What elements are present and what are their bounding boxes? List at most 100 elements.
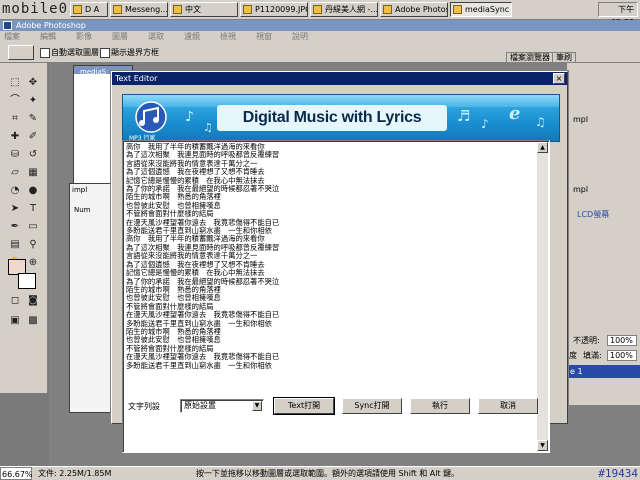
music-note-icon: ♫	[535, 115, 546, 129]
watermark: #19434	[598, 467, 638, 480]
document-size: 文件: 2.25M/1.85M	[38, 469, 112, 478]
banner: MP3 行家 ♪ ♫ Digital Music with Lyrics ♬ ♪…	[122, 94, 560, 142]
zoom-tool-icon[interactable]: ⊕	[24, 255, 42, 271]
move-tool-icon[interactable]: ✥	[24, 75, 42, 91]
document-title: mediaS	[80, 68, 107, 76]
sync-open-button[interactable]: Sync打開	[342, 398, 402, 414]
photoshop-menubar: 檔案 編輯 影像 圖層 選取 濾鏡 檢視 視窗 說明	[0, 31, 640, 42]
screen-mode-icon[interactable]: ▣	[6, 313, 24, 329]
eraser-tool-icon[interactable]: ▱	[6, 165, 24, 181]
type-tool-icon[interactable]: T	[24, 201, 42, 217]
num-column-header: Num	[74, 206, 91, 214]
layers-panel: mpl mpl LCD螢幕 不透明: 100% 填滿: 100% 度	[566, 63, 640, 405]
taskbar-item-mediasync[interactable]: mediaSync	[450, 2, 512, 17]
taskbar-item-chinese[interactable]: 中文	[170, 2, 238, 17]
banner-title: Digital Music with Lyrics	[217, 105, 447, 131]
full-screen-icon[interactable]: ▩	[24, 313, 42, 329]
status-hint: 按一下並拖移以移動圖層或選取範圍。額外的選項請使用 Shift 和 Alt 鍵。	[196, 469, 460, 478]
photoshop-icon	[3, 21, 12, 30]
taskbar-item-browser[interactable]: 丹緹美人網 -...	[310, 2, 378, 17]
messenger-icon	[113, 5, 122, 14]
auto-select-layer-checkbox[interactable]: 自動選取圖層	[40, 48, 99, 58]
dialog-controls: 文字列設 原始設置 ▼ Text打開 Sync打開 執行 取消	[122, 397, 560, 416]
music-note-icon: ♪	[185, 109, 194, 125]
dialog-title: Text Editor	[115, 74, 158, 83]
menu-help[interactable]: 說明	[292, 31, 308, 42]
history-brush-icon[interactable]: ↺	[24, 147, 42, 163]
background-color-swatch[interactable]	[18, 273, 36, 289]
taskbar-item-image[interactable]: P1120099.JPG...	[240, 2, 308, 17]
move-tool-preset-icon[interactable]	[8, 45, 34, 60]
tab-brushes[interactable]: 筆刷	[552, 52, 576, 63]
zoom-level[interactable]: 66.67%	[0, 467, 33, 480]
close-icon[interactable]: ×	[553, 73, 565, 84]
window-icon	[73, 5, 82, 14]
lasso-tool-icon[interactable]: ⌒	[6, 93, 24, 109]
image-icon	[243, 5, 252, 14]
slice-tool-icon[interactable]: ✎	[24, 111, 42, 127]
tab-file-browser[interactable]: 檔案瀏覽器	[506, 52, 554, 63]
panel-label-1: mpl	[573, 115, 589, 124]
execute-button[interactable]: 執行	[410, 398, 470, 414]
text-editor-dialog: Text Editor × MP3 行家 ♪ ♫ Digital Music w…	[111, 71, 568, 453]
status-bar: 66.67% 文件: 2.25M/1.85M 按一下並拖移以移動圖層或選取範圍。…	[0, 466, 640, 480]
blur-tool-icon[interactable]: ◔	[6, 183, 24, 199]
music-note-icon: ♪	[481, 117, 489, 131]
selected-layer-row[interactable]: e 1	[566, 365, 640, 378]
gradient-tool-icon[interactable]: ▦	[24, 165, 42, 181]
cancel-button[interactable]: 取消	[478, 398, 538, 414]
folder-icon	[173, 5, 182, 14]
menu-window[interactable]: 視窗	[256, 31, 272, 42]
toolbox: ⬚ ✥ ⌒ ✦ ⌗ ✎ ✚ ✐ ⛁ ↺ ▱ ▦ ◔ ● ➤ T ✒ ▭ ▤ ⚲ …	[0, 63, 48, 393]
scroll-down-icon[interactable]: ▼	[537, 440, 548, 451]
preset-select[interactable]: 原始設置 ▼	[180, 399, 264, 413]
menu-view[interactable]: 檢視	[220, 31, 236, 42]
crop-tool-icon[interactable]: ⌗	[6, 111, 24, 127]
taskbar-item-photoshop[interactable]: Adobe Photos...	[380, 2, 448, 17]
eyedropper-icon[interactable]: ⚲	[24, 237, 42, 253]
opacity-label: 不透明:	[573, 336, 600, 345]
mediasync-icon	[453, 5, 462, 14]
quick-mask-icon[interactable]: ◙	[24, 293, 42, 309]
menu-file[interactable]: 檔案	[4, 31, 20, 42]
browser-icon	[313, 5, 322, 14]
fill-field[interactable]: 100%	[607, 350, 637, 361]
notes-tool-icon[interactable]: ▤	[6, 237, 24, 253]
chevron-down-icon[interactable]: ▼	[252, 401, 262, 411]
opacity-field[interactable]: 100%	[607, 335, 637, 346]
magic-wand-icon[interactable]: ✦	[24, 93, 42, 109]
marquee-tool-icon[interactable]: ⬚	[6, 75, 24, 91]
taskbar-item-0[interactable]: D A	[70, 2, 108, 17]
standard-mode-icon[interactable]: ◻	[6, 293, 24, 309]
music-note-icon: ♬	[457, 107, 471, 125]
dodge-tool-icon[interactable]: ●	[24, 183, 42, 199]
photoshop-titlebar: Adobe Photoshop	[0, 20, 640, 31]
menu-image[interactable]: 影像	[76, 31, 92, 42]
pen-tool-icon[interactable]: ✒	[6, 219, 24, 235]
shape-tool-icon[interactable]: ▭	[24, 219, 42, 235]
scroll-up-icon[interactable]: ▲	[537, 142, 548, 153]
document-window-mid[interactable]: impl Num	[69, 183, 117, 413]
menu-edit[interactable]: 編輯	[40, 31, 56, 42]
panel-label-2: mpl	[573, 185, 589, 194]
healing-brush-icon[interactable]: ✚	[6, 129, 24, 145]
system-clock: 下午 02:38	[598, 2, 638, 27]
preset-value: 原始設置	[184, 401, 216, 410]
document-label: impl	[72, 186, 88, 194]
ie-logo-icon: e	[509, 103, 521, 124]
brush-tool-icon[interactable]: ✐	[24, 129, 42, 145]
taskbar: mobile01 D A Messeng... 中文 P1120099.JPG.…	[0, 0, 640, 27]
text-open-button[interactable]: Text打開	[273, 397, 335, 415]
menu-layer[interactable]: 圖層	[112, 31, 128, 42]
stamp-tool-icon[interactable]: ⛁	[6, 147, 24, 163]
photoshop-title: Adobe Photoshop	[16, 21, 86, 30]
text-list-label: 文字列設	[128, 402, 160, 411]
menu-filter[interactable]: 濾鏡	[184, 31, 200, 42]
menu-select[interactable]: 選取	[148, 31, 164, 42]
brand-logo: mobile01	[2, 1, 78, 17]
taskbar-item-messenger[interactable]: Messeng...	[110, 2, 168, 17]
degree-label: 度	[569, 351, 577, 360]
show-bounds-checkbox[interactable]: 顯示邊界方框	[100, 48, 159, 58]
path-select-icon[interactable]: ➤	[6, 201, 24, 217]
dialog-titlebar: Text Editor ×	[112, 72, 567, 85]
